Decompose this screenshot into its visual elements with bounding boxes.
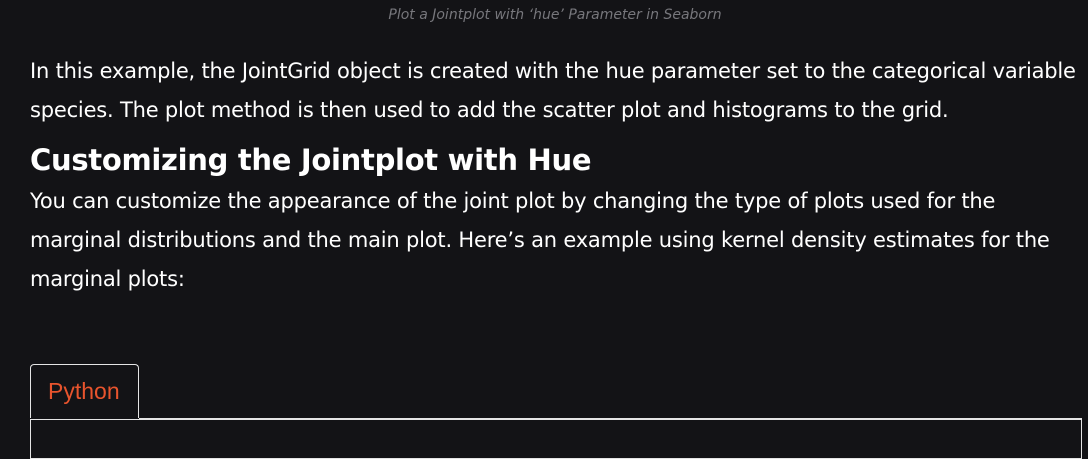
article-content: In this example, the JointGrid object is…	[30, 52, 1080, 299]
figure-caption: Plot a Jointplot with ‘hue’ Parameter in…	[388, 7, 722, 23]
paragraph-hue-explanation: In this example, the JointGrid object is…	[30, 59, 1076, 122]
tab-python-label: Python	[48, 378, 120, 404]
section-heading: Customizing the Jointplot with Hue	[30, 143, 592, 177]
code-panel	[30, 419, 1082, 459]
code-tabs: Python	[30, 364, 1088, 459]
paragraph-customization: You can customize the appearance of the …	[30, 189, 1050, 291]
tab-python[interactable]: Python	[30, 364, 139, 418]
